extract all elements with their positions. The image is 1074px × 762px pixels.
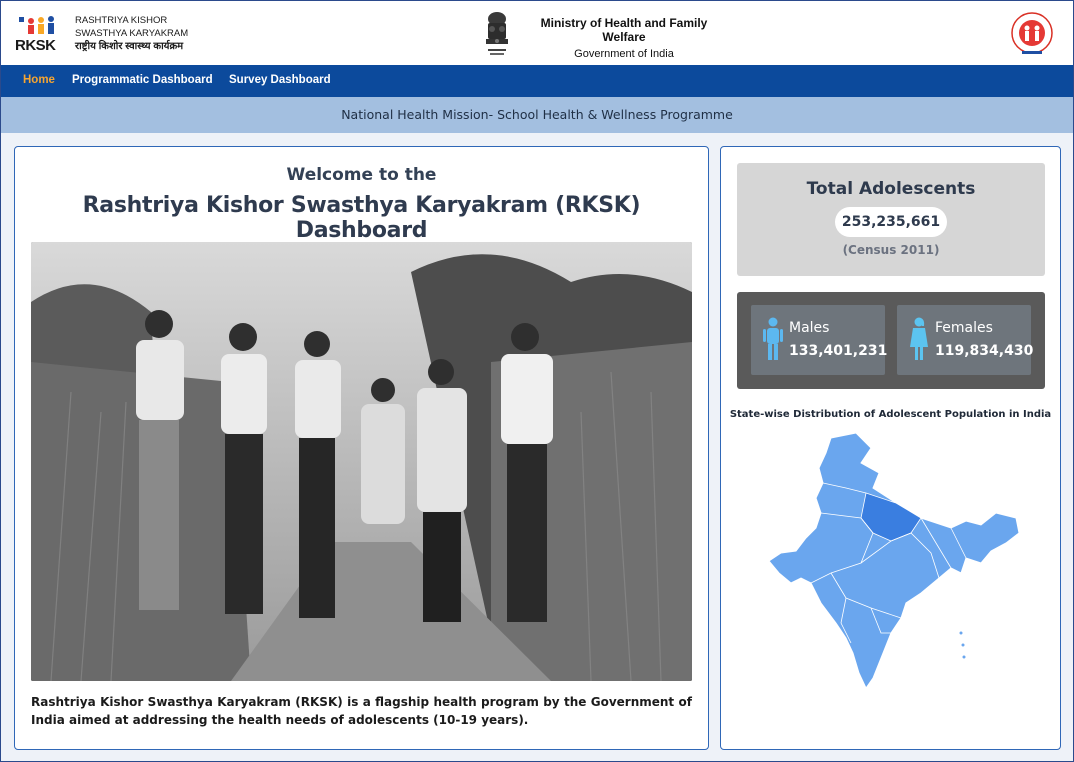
map-island bbox=[961, 643, 965, 647]
total-adolescents-title: Total Adolescents bbox=[806, 179, 976, 199]
statistics-card: Total Adolescents 253,235,661 (Census 20… bbox=[720, 146, 1061, 750]
page-title: Rashtriya Kishor Swasthya Karyakram (RKS… bbox=[82, 193, 641, 243]
male-icon bbox=[763, 317, 783, 360]
female-icon bbox=[910, 317, 928, 360]
main-nav: Home Programmatic Dashboard Survey Dashb… bbox=[1, 65, 1073, 97]
government-name: Government of India bbox=[574, 48, 674, 60]
map-title: State-wise Distribution of Adolescent Po… bbox=[729, 409, 1052, 420]
females-label: Females bbox=[935, 320, 993, 336]
ministry-heading: Ministry of Health and Family Welfare Go… bbox=[519, 16, 729, 60]
nav-home[interactable]: Home bbox=[23, 74, 55, 86]
program-banner: National Health Mission- School Health &… bbox=[1, 97, 1073, 133]
females-value: 119,834,430 bbox=[935, 343, 1034, 359]
nhm-logo-icon bbox=[1011, 12, 1053, 54]
adolescents-photo bbox=[31, 242, 692, 681]
india-map[interactable] bbox=[761, 433, 1021, 693]
total-adolescents-box: Total Adolescents 253,235,661 (Census 20… bbox=[737, 163, 1045, 276]
rksk-logo[interactable]: RKSK bbox=[15, 11, 71, 57]
total-adolescents-value: 253,235,661 bbox=[835, 207, 947, 237]
welcome-card: Welcome to the Rashtriya Kishor Swasthya… bbox=[14, 146, 709, 750]
gender-breakdown: Males 133,401,231 Females 119,834,430 bbox=[737, 292, 1045, 389]
nav-programmatic-dashboard[interactable]: Programmatic Dashboard bbox=[72, 74, 213, 86]
map-country-outline bbox=[768, 433, 1020, 689]
program-name-hindi: राष्ट्रीय किशोर स्वास्थ्य कार्यक्रम bbox=[75, 41, 184, 52]
nav-survey-dashboard[interactable]: Survey Dashboard bbox=[229, 74, 331, 86]
program-description: Rashtriya Kishor Swasthya Karyakram (RKS… bbox=[31, 695, 692, 727]
program-name: RASHTRIYA KISHOR SWASTHYA KARYAKRAM राष्… bbox=[75, 14, 188, 53]
rksk-people-icon bbox=[19, 16, 54, 34]
map-island bbox=[962, 655, 966, 659]
site-header: RKSK RASHTRIYA KISHOR SWASTHYA KARYAKRAM… bbox=[1, 1, 1073, 65]
map-island bbox=[959, 631, 963, 635]
males-value: 133,401,231 bbox=[789, 343, 888, 359]
program-name-line1: RASHTRIYA KISHOR bbox=[75, 15, 168, 26]
males-tile: Males 133,401,231 bbox=[751, 305, 888, 375]
males-label: Males bbox=[789, 320, 830, 336]
females-tile: Females 119,834,430 bbox=[897, 305, 1034, 375]
national-emblem-icon bbox=[486, 12, 508, 55]
ministry-name: Ministry of Health and Family Welfare bbox=[540, 16, 708, 44]
program-name-line2: SWASTHYA KARYAKRAM bbox=[75, 28, 189, 39]
census-note: (Census 2011) bbox=[842, 243, 940, 257]
welcome-heading: Welcome to the bbox=[286, 165, 437, 185]
rksk-logo-text: RKSK bbox=[15, 37, 56, 54]
